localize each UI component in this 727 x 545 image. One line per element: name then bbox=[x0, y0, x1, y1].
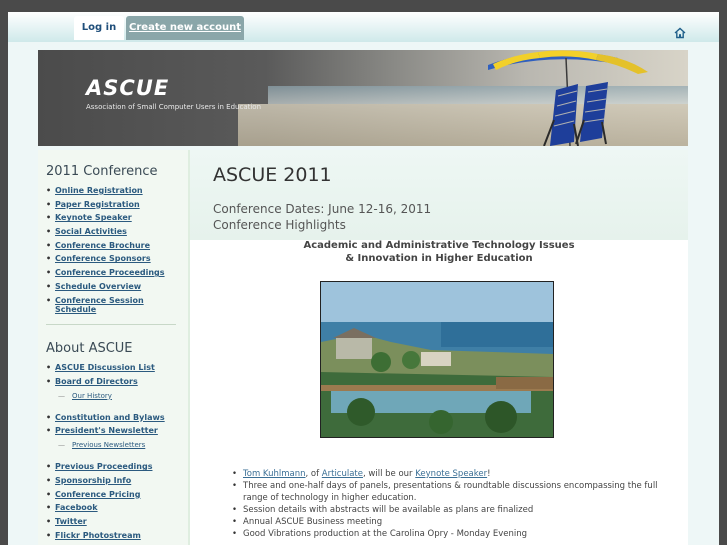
highlight-item: Annual ASCUE Business meeting bbox=[230, 516, 670, 528]
highlight-item: Session details with abstracts will be a… bbox=[230, 504, 670, 516]
conference-menu: Online Registration Paper Registration K… bbox=[46, 186, 181, 314]
beach-umbrella-chairs-image bbox=[488, 50, 648, 146]
create-account-tab[interactable]: Create new account bbox=[126, 16, 244, 40]
keynote-end-text: ! bbox=[487, 469, 491, 479]
sidebar-item-board-of-directors[interactable]: Board of Directors bbox=[46, 377, 181, 392]
keynote-of-text: , of bbox=[305, 469, 322, 479]
sidebar-item-conference-brochure[interactable]: Conference Brochure bbox=[46, 241, 181, 255]
highlight-keynote: Tom Kuhlmann, of Articulate, will be our… bbox=[230, 468, 670, 480]
sidebar-item-twitter[interactable]: Twitter bbox=[46, 517, 181, 531]
site-subtitle: Association of Small Computer Users in E… bbox=[86, 103, 262, 111]
sidebar-item-conference-proceedings[interactable]: Conference Proceedings bbox=[46, 268, 181, 282]
sidebar-item-flickr-photostream[interactable]: Flickr Photostream bbox=[46, 531, 181, 545]
sidebar-heading-about: About ASCUE bbox=[46, 341, 133, 356]
about-menu: ASCUE Discussion List Board of Directors… bbox=[46, 363, 181, 545]
keynote-middle-text: , will be our bbox=[363, 469, 416, 479]
highlight-item: Good Vibrations production at the Caroli… bbox=[230, 528, 670, 540]
sidebar-item-constitution-bylaws[interactable]: Constitution and Bylaws bbox=[46, 413, 181, 427]
sidebar-item-discussion-list[interactable]: ASCUE Discussion List bbox=[46, 363, 181, 377]
sidebar-item-previous-newsletters[interactable]: Previous Newsletters bbox=[46, 441, 181, 462]
site-title[interactable]: ASCUE bbox=[86, 76, 169, 100]
keynote-name-link[interactable]: Tom Kuhlmann bbox=[243, 469, 305, 479]
sidebar-item-online-registration[interactable]: Online Registration bbox=[46, 186, 181, 200]
sidebar-item-sponsorship-info[interactable]: Sponsorship Info bbox=[46, 476, 181, 490]
highlight-item: Three and one-half days of panels, prese… bbox=[230, 480, 670, 504]
login-tab[interactable]: Log in bbox=[74, 16, 124, 40]
sidebar-divider bbox=[46, 324, 176, 325]
top-bar: Log in Create new account bbox=[8, 12, 719, 42]
sidebar-item-conference-pricing[interactable]: Conference Pricing bbox=[46, 490, 181, 504]
sidebar-item-conference-session-schedule[interactable]: Conference Session Schedule bbox=[46, 296, 155, 314]
header-banner: ASCUE Association of Small Computer User… bbox=[38, 50, 688, 146]
keynote-speaker-link[interactable]: Keynote Speaker bbox=[415, 469, 487, 479]
tagline-line-2: & Innovation in Higher Education bbox=[345, 253, 533, 264]
sidebar-item-our-history[interactable]: Our History bbox=[46, 392, 181, 413]
sidebar: 2011 Conference Online Registration Pape… bbox=[38, 150, 190, 545]
sidebar-item-schedule-overview[interactable]: Schedule Overview bbox=[46, 282, 181, 296]
conference-venue-photo bbox=[320, 281, 554, 438]
sidebar-item-social-activities[interactable]: Social Activities bbox=[46, 227, 181, 241]
sidebar-item-facebook[interactable]: Facebook bbox=[46, 503, 181, 517]
highlights-list: Tom Kuhlmann, of Articulate, will be our… bbox=[230, 468, 670, 540]
tagline-line-1: Academic and Administrative Technology I… bbox=[303, 240, 575, 251]
sidebar-item-conference-sponsors[interactable]: Conference Sponsors bbox=[46, 254, 181, 268]
page-frame: Log in Create new account ASCUE Associat… bbox=[8, 12, 719, 545]
sidebar-heading-conference: 2011 Conference bbox=[46, 164, 158, 179]
conference-highlights-heading: Conference Highlights bbox=[213, 218, 346, 232]
home-icon[interactable] bbox=[674, 27, 686, 39]
page-title: ASCUE 2011 bbox=[213, 164, 332, 186]
articulate-link[interactable]: Articulate bbox=[322, 469, 363, 479]
conference-dates: Conference Dates: June 12-16, 2011 bbox=[213, 202, 432, 216]
main-content: ASCUE 2011 Conference Dates: June 12-16,… bbox=[190, 150, 688, 545]
sidebar-item-paper-registration[interactable]: Paper Registration bbox=[46, 200, 181, 214]
sidebar-item-keynote-speaker[interactable]: Keynote Speaker bbox=[46, 213, 181, 227]
sidebar-item-presidents-newsletter[interactable]: President's Newsletter bbox=[46, 426, 181, 441]
sidebar-item-previous-proceedings[interactable]: Previous Proceedings bbox=[46, 462, 181, 476]
content-area: 2011 Conference Online Registration Pape… bbox=[38, 150, 688, 545]
